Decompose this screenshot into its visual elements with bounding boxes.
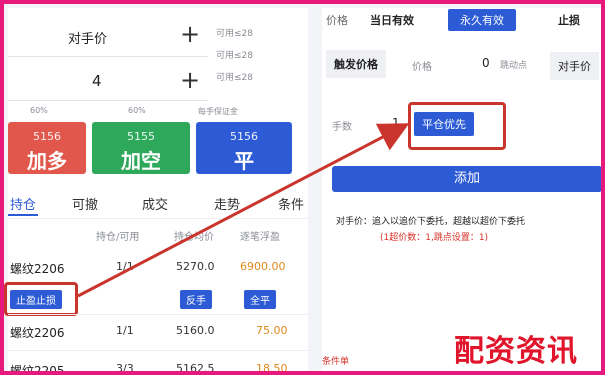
trigger-unit: 跳动点 — [500, 61, 528, 71]
counterparty-price-label[interactable]: 对手价 — [68, 28, 107, 47]
position-qty: 1/1 — [116, 260, 134, 273]
margin-label: 每手保证金 — [198, 107, 238, 116]
pnl-value: 6900.00 — [240, 260, 286, 273]
ratio-label: 60% — [30, 106, 48, 115]
col-header-qty: 持仓/可用 — [96, 232, 140, 243]
order-panel: 对手价 + 4 + 可用≤28 可用≤28 可用≤28 60% 60% 每手保证… — [4, 8, 308, 375]
reverse-button[interactable]: 反手 — [180, 290, 212, 309]
pnl-value: 18.50 — [256, 362, 288, 375]
col-header-pnl: 逐笔浮盈 — [240, 232, 280, 243]
note-text: 对手价：追入以追价下委托，超越以超价下委托 — [336, 217, 526, 227]
ratio-label: 60% — [128, 106, 146, 115]
avg-price: 5160.0 — [176, 324, 215, 337]
contract-name: 螺纹2206 — [10, 262, 65, 276]
quantity-input[interactable]: 1 — [392, 116, 400, 130]
trigger-offset-value[interactable]: 0 — [482, 56, 490, 70]
tab-price[interactable]: 价格 — [326, 12, 348, 28]
tab-permanent[interactable]: 永久有效 — [448, 9, 516, 31]
sell-price: 5155 — [127, 130, 155, 143]
trigger-price-input[interactable]: 价格 — [412, 58, 432, 73]
divider — [8, 314, 308, 315]
quantity-plus-button[interactable]: + — [180, 66, 200, 94]
close-all-button[interactable]: 全平 — [244, 290, 276, 309]
price-plus-button[interactable]: + — [180, 20, 200, 48]
close-position-button[interactable]: 5156 平 — [196, 122, 292, 174]
position-qty: 1/1 — [116, 324, 134, 337]
buy-long-button[interactable]: 5156 加多 — [8, 122, 86, 174]
footer-label: 条件单 — [322, 357, 350, 367]
tab-cancelable[interactable]: 可撤 — [72, 194, 98, 213]
tab-stop-loss[interactable]: 止损 — [558, 12, 580, 28]
trigger-mode-select[interactable]: 对手价 — [550, 52, 599, 80]
available-info: 可用≤28 — [216, 73, 253, 83]
tab-trades[interactable]: 成交 — [142, 194, 168, 213]
divider — [8, 100, 208, 101]
divider — [8, 56, 208, 57]
available-info: 可用≤28 — [216, 29, 253, 39]
sell-label: 加空 — [121, 149, 161, 173]
note-text-detail: (1超价数：1,跳点设置：1) — [380, 233, 489, 243]
tab-trend[interactable]: 走势 — [214, 194, 240, 213]
highlight-box — [408, 102, 506, 150]
sell-short-button[interactable]: 5155 加空 — [92, 122, 190, 174]
divider — [8, 350, 308, 351]
close-price: 5156 — [230, 130, 258, 143]
position-qty: 3/3 — [116, 362, 134, 375]
col-header-avg-price: 持仓均价 — [174, 232, 214, 243]
divider — [8, 218, 308, 219]
condition-order-panel: 价格 当日有效 永久有效 止损 触发价格 价格 0 跳动点 对手价 手数 1 平… — [322, 8, 601, 371]
quantity-label: 手数 — [332, 122, 352, 133]
avg-price: 5162.5 — [176, 362, 215, 375]
available-info: 可用≤28 — [216, 51, 253, 61]
tab-condition[interactable]: 条件 — [278, 194, 304, 213]
watermark-logo: 配资资讯 — [454, 334, 578, 369]
contract-name: 螺纹2205 — [10, 364, 65, 375]
pnl-value: 75.00 — [256, 324, 288, 337]
trigger-price-label: 触发价格 — [326, 50, 386, 78]
buy-price: 5156 — [33, 130, 61, 143]
tab-valid-today[interactable]: 当日有效 — [370, 12, 414, 28]
contract-name: 螺纹2206 — [10, 326, 65, 340]
quantity-value[interactable]: 4 — [92, 72, 102, 90]
tab-underline — [8, 214, 38, 216]
tab-positions[interactable]: 持仓 — [10, 194, 36, 213]
close-label: 平 — [234, 149, 254, 173]
add-button[interactable]: 添加 — [332, 166, 601, 192]
avg-price: 5270.0 — [176, 260, 215, 273]
screenshot-frame: 对手价 + 4 + 可用≤28 可用≤28 可用≤28 60% 60% 每手保证… — [0, 0, 605, 375]
highlight-box — [4, 282, 78, 316]
buy-label: 加多 — [27, 149, 67, 173]
